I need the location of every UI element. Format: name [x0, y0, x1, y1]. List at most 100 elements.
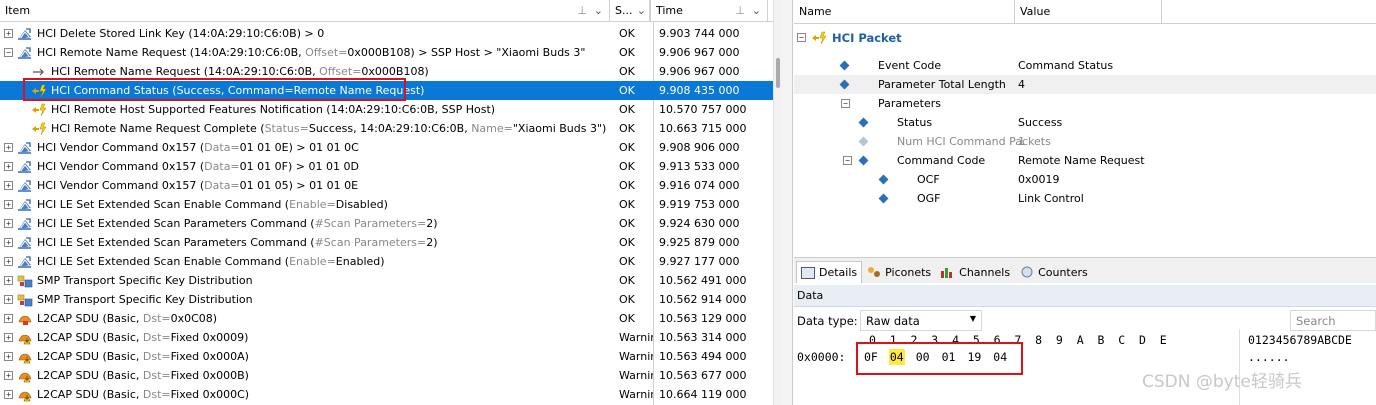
expand-toggle[interactable]: + — [4, 238, 13, 247]
expand-toggle[interactable]: + — [4, 352, 13, 361]
row-text: L2CAP SDU (Basic, — [37, 312, 143, 325]
pane-splitter[interactable] — [782, 0, 793, 405]
table-row[interactable]: + HCI Vendor Command 0x157 (Data=01 01 0E… — [0, 138, 773, 157]
row-text: HCI Delete Stored Link Key (14:0A:29:10:… — [37, 27, 325, 40]
table-row[interactable]: + HCI LE Set Extended Scan Enable Command… — [0, 252, 773, 271]
details-row[interactable]: Status Success — [794, 113, 1376, 132]
details-row[interactable]: − Command Code Remote Name Request — [794, 151, 1376, 170]
table-row[interactable]: HCI Remote Name Request Complete (Status… — [0, 119, 773, 138]
row-field-name: Offset= — [319, 65, 362, 78]
tab-channels[interactable]: Channels — [936, 261, 1015, 283]
row-status: OK — [619, 141, 635, 154]
tab-counters[interactable]: Counters — [1015, 261, 1093, 283]
row-summary: SMP Transport Specific Key Distribution — [37, 274, 253, 287]
row-time: 10.570 757 000 — [659, 103, 747, 116]
table-row[interactable]: + HCI LE Set Extended Scan Enable Command… — [0, 195, 773, 214]
row-text: HCI Remote Name Request Complete ( — [51, 122, 265, 135]
expand-toggle[interactable]: + — [4, 295, 13, 304]
table-row[interactable]: + HCI Vendor Command 0x157 (Data=01 01 05… — [0, 176, 773, 195]
details-row[interactable]: OCF 0x0019 — [794, 170, 1376, 189]
counters-icon — [1020, 266, 1034, 278]
tab-counters-label: Counters — [1038, 265, 1088, 279]
expand-toggle[interactable]: + — [4, 390, 13, 399]
column-value[interactable]: Value — [1015, 0, 1162, 24]
highlight-box — [856, 342, 1023, 375]
pin-icon[interactable]: ⊥ — [735, 4, 745, 17]
collapse-toggle[interactable]: − — [843, 156, 852, 165]
row-status: OK — [619, 65, 635, 78]
chevron-down-icon[interactable]: ⌄ — [637, 4, 646, 17]
collapse-toggle[interactable]: − — [797, 33, 806, 42]
expand-toggle[interactable]: + — [4, 257, 13, 266]
field-name: Num HCI Command Packets — [897, 135, 1051, 148]
row-field-name: Offset= — [305, 46, 348, 59]
field-value: Success — [1018, 116, 1063, 129]
search-input[interactable]: Search — [1290, 310, 1376, 331]
table-row[interactable]: + L2CAP SDU (Basic, Dst=Fixed 0x000C) Warn… — [0, 385, 773, 404]
piconets-icon — [867, 266, 881, 278]
table-row[interactable]: HCI Remote Host Supported Features Notif… — [0, 100, 773, 119]
watermark-text: CSDN @byte轻骑兵 — [1142, 372, 1302, 392]
row-time: 9.908 906 000 — [659, 141, 740, 154]
chevron-down-icon[interactable]: ⌄ — [594, 4, 603, 17]
details-row[interactable]: − Parameters — [794, 94, 1376, 113]
row-time: 9.925 879 000 — [659, 236, 740, 249]
chevron-down-icon[interactable]: ⌄ — [752, 4, 761, 17]
details-row[interactable]: Num HCI Command Packets 1 — [794, 132, 1376, 151]
row-field-name: Data= — [204, 160, 240, 173]
table-row[interactable]: + L2CAP SDU (Basic, Dst=0x0C08) OK 10.563 1… — [0, 309, 773, 328]
table-row[interactable]: + HCI LE Set Extended Scan Parameters Com… — [0, 233, 773, 252]
column-name[interactable]: Name — [794, 0, 1015, 24]
tree-indent — [794, 174, 893, 185]
table-row[interactable]: + HCI Vendor Command 0x157 (Data=01 01 0F… — [0, 157, 773, 176]
row-status: OK — [619, 122, 635, 135]
collapse-toggle[interactable]: − — [841, 99, 850, 108]
expand-toggle[interactable]: + — [4, 371, 13, 380]
row-status: OK — [619, 293, 635, 306]
row-item-cell: + SMP Transport Specific Key Distribution — [0, 290, 610, 309]
table-row[interactable]: + HCI LE Set Extended Scan Parameters Com… — [0, 214, 773, 233]
expand-toggle[interactable]: + — [4, 143, 13, 152]
details-row[interactable]: Parameter Total Length 4 — [794, 75, 1376, 94]
table-row[interactable]: + SMP Transport Specific Key Distribution… — [0, 290, 773, 309]
table-row[interactable]: + HCI Delete Stored Link Key (14:0A:29:10… — [0, 24, 773, 43]
table-row[interactable]: − HCI Remote Name Request (14:0A:29:10:C6… — [0, 43, 773, 62]
row-text: HCI LE Set Extended Scan Parameters Comm… — [37, 217, 315, 230]
details-row[interactable]: OGF Link Control — [794, 189, 1376, 208]
row-time: 9.903 744 000 — [659, 27, 740, 40]
expand-toggle[interactable]: + — [4, 162, 13, 171]
expand-toggle[interactable]: + — [4, 219, 13, 228]
table-row[interactable]: + L2CAP SDU (Basic, Dst=Fixed 0x000A) Warn… — [0, 347, 773, 366]
expand-toggle[interactable]: + — [4, 333, 13, 342]
row-time: 10.563 129 000 — [659, 312, 747, 325]
scrollbar-thumb[interactable] — [776, 58, 780, 88]
row-time: 9.924 630 000 — [659, 217, 740, 230]
row-field-name: #Scan Parameters= — [314, 236, 427, 249]
table-row[interactable]: + SMP Transport Specific Key Distribution… — [0, 271, 773, 290]
column-status[interactable]: S... ⌄ — [610, 0, 650, 22]
details-root-node[interactable]: − HCI Packet — [794, 28, 1376, 47]
expand-toggle[interactable]: + — [4, 314, 13, 323]
column-time[interactable]: Time ⊥ ⌄ — [650, 0, 768, 22]
table-row[interactable]: + L2CAP SDU (Basic, Dst=Fixed 0x000B) Warn… — [0, 366, 773, 385]
row-summary: HCI LE Set Extended Scan Parameters Comm… — [37, 217, 438, 230]
row-item-cell: + HCI Delete Stored Link Key (14:0A:29:10… — [0, 24, 610, 43]
expand-toggle[interactable]: + — [4, 29, 13, 38]
tab-details[interactable]: Details — [796, 261, 863, 283]
row-text: 01 01 05) > 01 01 0E — [239, 179, 359, 192]
details-row[interactable]: Event Code Command Status — [794, 56, 1376, 75]
expand-toggle[interactable]: + — [4, 200, 13, 209]
row-summary: HCI Remote Host Supported Features Notif… — [51, 103, 495, 116]
row-text: SMP Transport Specific Key Distribution — [37, 274, 253, 287]
data-type-select[interactable]: Raw data ▼ — [860, 310, 982, 331]
column-item[interactable]: Item ⊥ ⌄ — [0, 0, 610, 22]
table-row[interactable]: + L2CAP SDU (Basic, Dst=Fixed 0x0009) Warn… — [0, 328, 773, 347]
tab-piconets[interactable]: Piconets — [862, 261, 936, 283]
row-time: 9.913 533 000 — [659, 160, 740, 173]
vertical-scrollbar[interactable] — [773, 0, 782, 405]
row-text: HCI Remote Name Request (14:0A:29:10:C6:… — [37, 46, 306, 59]
expand-toggle[interactable]: + — [4, 276, 13, 285]
pin-icon[interactable]: ⊥ — [577, 4, 587, 17]
collapse-toggle[interactable]: − — [4, 48, 13, 57]
expand-toggle[interactable]: + — [4, 181, 13, 190]
